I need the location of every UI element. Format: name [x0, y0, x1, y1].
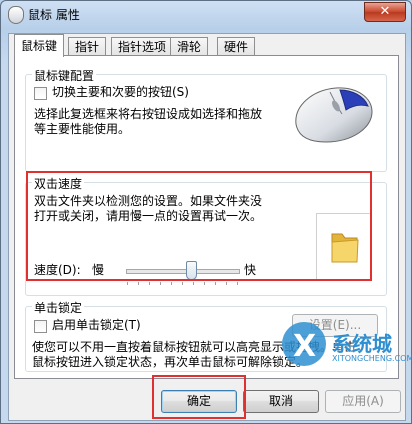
click-lock-legend: 单击锁定 [32, 299, 85, 316]
test-folder-area[interactable] [316, 213, 372, 281]
click-lock-group: 单击锁定 启用单击锁定(T) 设置(E)... 使您可以不用一直按着鼠标按钮就可… [25, 299, 387, 372]
tab-pointers[interactable]: 指针 [68, 37, 107, 56]
button-config-desc-2: 等主要性能使用。 [34, 122, 131, 136]
slider-tick [215, 282, 216, 285]
button-config-legend: 鼠标键配置 [32, 67, 97, 84]
slider-tick [138, 282, 139, 285]
tab-panel-buttons: 鼠标键配置 切换主要和次要的按钮(S) 选择此复选框来将右按钮设成如选择和拖放 … [14, 55, 399, 379]
click-lock-settings-button[interactable]: 设置(E)... [292, 314, 378, 337]
click-lock-desc-2: 鼠标按钮进入锁定状态，再次单击鼠标可解除锁定。 [32, 355, 309, 369]
speed-label: 速度(D): [34, 263, 81, 277]
double-click-legend: 双击速度 [32, 175, 85, 192]
slider-tick [193, 282, 194, 285]
speed-slider-track[interactable] [126, 269, 240, 274]
mouse-app-icon [8, 6, 24, 24]
slider-tick [204, 282, 205, 285]
window-title: 鼠标 属性 [28, 8, 80, 22]
slider-tick [226, 282, 227, 285]
click-lock-desc-1: 使您可以不用一直按着鼠标按钮就可以高亮显示或拖拽。单击 [32, 340, 357, 354]
click-lock-checkbox[interactable] [34, 320, 47, 333]
mouse-properties-window: 鼠标 属性 ✕ 鼠标键 指针 指针选项 滑轮 硬件 鼠标键配置 切换主要和次要的… [0, 0, 412, 424]
slider-tick [149, 282, 150, 285]
switch-buttons-label[interactable]: 切换主要和次要的按钮(S) [52, 85, 189, 100]
tab-pointer-options[interactable]: 指针选项 [111, 37, 174, 56]
speed-slider-thumb[interactable] [186, 261, 198, 280]
fast-label: 快 [244, 263, 257, 277]
double-click-desc-2: 打开或关闭，请用慢一点的设置再试一次。 [34, 209, 263, 223]
apply-button[interactable]: 应用(A) [325, 390, 401, 413]
button-config-desc-1: 选择此复选框来将右按钮设成如选择和拖放 [34, 107, 263, 121]
click-lock-label[interactable]: 启用单击锁定(T) [52, 318, 141, 333]
tab-hardware[interactable]: 硬件 [217, 37, 256, 56]
mouse-image [295, 87, 373, 143]
double-click-group: 双击速度 双击文件夹以检测您的设置。如果文件夹没 打开或关闭，请用慢一点的设置再… [25, 175, 387, 296]
slider-tick [182, 282, 183, 285]
close-button[interactable]: ✕ [364, 2, 406, 22]
switch-buttons-checkbox[interactable] [34, 87, 47, 100]
title-bar[interactable]: 鼠标 属性 ✕ [1, 1, 411, 27]
slider-tick [171, 282, 172, 285]
folder-icon[interactable] [317, 214, 371, 280]
double-click-desc-1: 双击文件夹以检测您的设置。如果文件夹没 [34, 194, 263, 208]
tab-buttons[interactable]: 鼠标键 [14, 34, 65, 57]
slow-label: 慢 [92, 263, 105, 277]
slider-tick [237, 282, 238, 285]
slider-tick [160, 282, 161, 285]
ok-button[interactable]: 确定 [161, 390, 237, 413]
cancel-button[interactable]: 取消 [243, 390, 319, 413]
slider-tick [127, 282, 128, 285]
tab-wheel[interactable]: 滑轮 [170, 37, 209, 56]
dialog-client: 鼠标键 指针 指针选项 滑轮 硬件 鼠标键配置 切换主要和次要的按钮(S) 选择… [8, 33, 406, 421]
